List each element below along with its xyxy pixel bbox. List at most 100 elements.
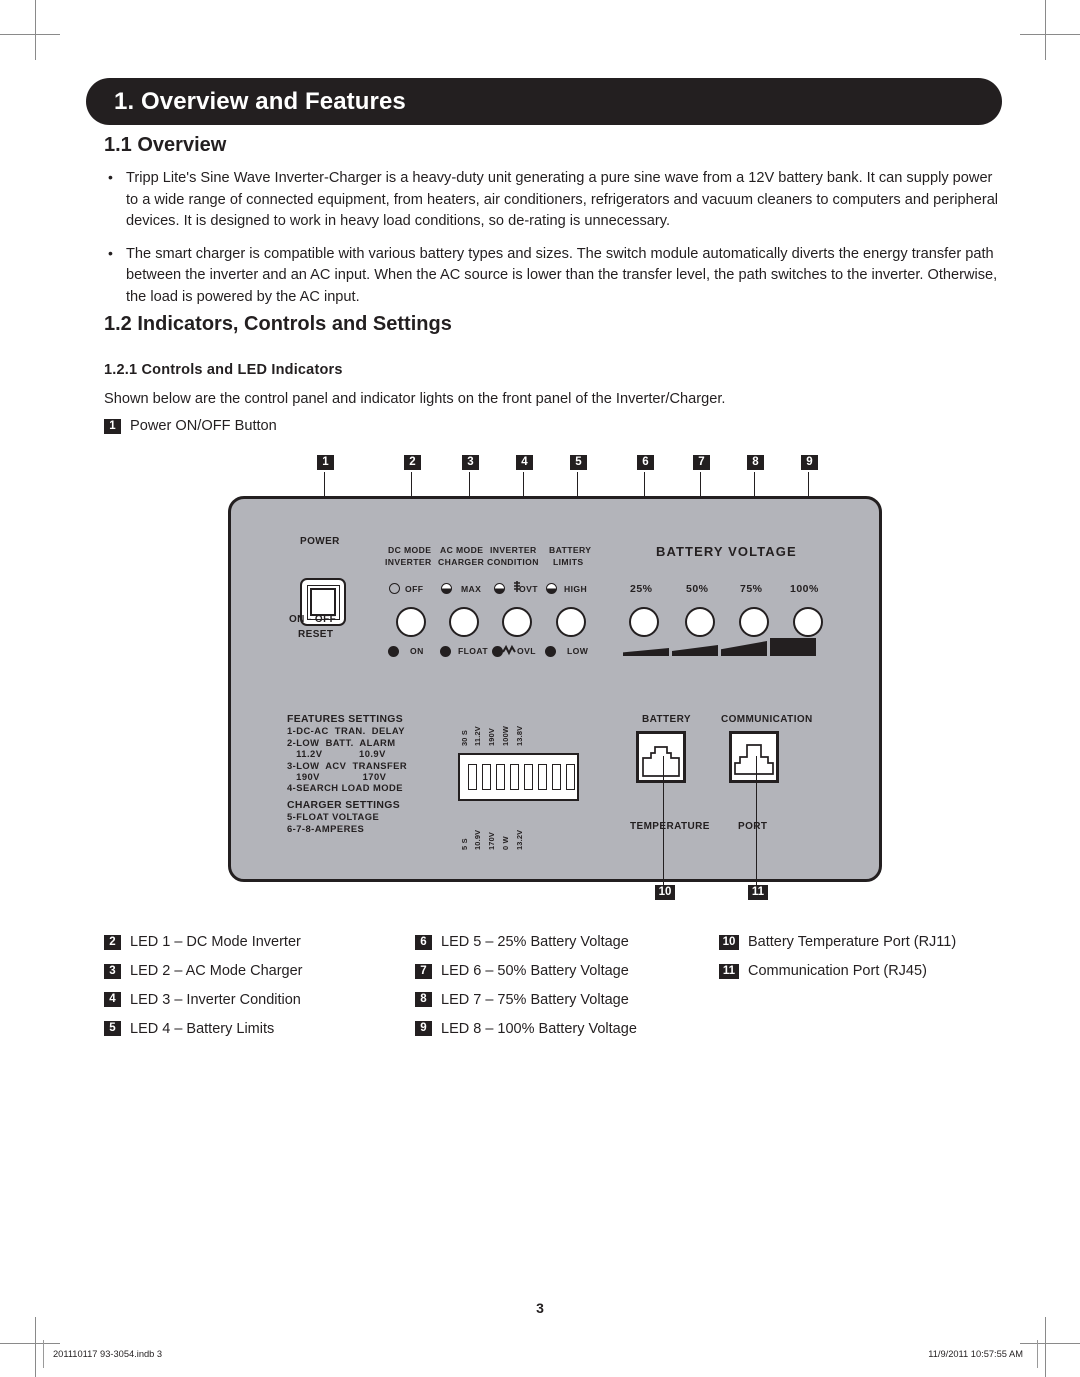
led-group-3-bottom-label: OVL bbox=[517, 646, 536, 656]
battery-level-label-100: 100% bbox=[790, 583, 819, 595]
led-ring-icon bbox=[389, 583, 400, 594]
callout-chip-5: 5 bbox=[570, 455, 587, 470]
list-item: 11 Communication Port (RJ45) bbox=[719, 957, 956, 986]
callout-chip-4: 4 bbox=[516, 455, 533, 470]
led-group-2-bottom-label: FLOAT bbox=[458, 646, 489, 656]
led-7-battery-75 bbox=[739, 607, 769, 637]
footer-rule-left bbox=[43, 1340, 44, 1368]
battery-temperature-port-rj11[interactable] bbox=[636, 731, 686, 783]
power-rocker-face bbox=[309, 587, 337, 617]
dip-bottom-label-5: 13.2V bbox=[515, 829, 524, 850]
led-half-icon bbox=[494, 583, 505, 594]
leader-line-10 bbox=[663, 756, 664, 892]
dip-switch-8[interactable] bbox=[566, 764, 575, 790]
dip-top-label-1: 30 S bbox=[460, 729, 469, 746]
jack-2-bottom-label: PORT bbox=[738, 821, 768, 832]
crop-mark-top-left-vertical bbox=[35, 0, 36, 60]
led-group-4-title-line2: LIMITS bbox=[553, 557, 584, 567]
crop-mark-top-right-vertical bbox=[1045, 0, 1046, 60]
led-2-ac-mode-charger bbox=[449, 607, 479, 637]
charger-settings-line-1: 5-FLOAT VOLTAGE bbox=[287, 811, 380, 823]
led-group-3-top-label: OVT bbox=[519, 584, 538, 594]
led-3-inverter-condition bbox=[502, 607, 532, 637]
callout-chip: 11 bbox=[719, 963, 739, 979]
callout-chip: 8 bbox=[415, 992, 432, 1008]
jack-1-bottom-label: TEMPERATURE bbox=[630, 821, 710, 832]
led-group-2-title-line1: AC MODE bbox=[440, 545, 484, 555]
legend-item-label: LED 1 – DC Mode Inverter bbox=[130, 934, 301, 951]
dip-switch-5[interactable] bbox=[524, 764, 533, 790]
heading-controls-led: 1.2.1 Controls and LED Indicators bbox=[104, 362, 343, 378]
crop-mark-bottom-right-horizontal bbox=[1020, 1343, 1080, 1344]
legend-item-label: Battery Temperature Port (RJ11) bbox=[748, 934, 957, 951]
callout-chip-7: 7 bbox=[693, 455, 710, 470]
features-settings-line-6: 4-SEARCH LOAD MODE bbox=[287, 782, 403, 794]
led-4-battery-limits bbox=[556, 607, 586, 637]
led-group-3-title-line1: INVERTER bbox=[490, 545, 537, 555]
callout-chip-11: 11 bbox=[748, 885, 768, 900]
crop-mark-top-left-horizontal bbox=[0, 34, 60, 35]
dip-switch-7[interactable] bbox=[552, 764, 561, 790]
legend-item-label: Communication Port (RJ45) bbox=[748, 963, 927, 980]
led-group-4-title-line1: BATTERY bbox=[549, 545, 592, 555]
callout-chip-2: 2 bbox=[404, 455, 421, 470]
battery-level-label-50: 50% bbox=[686, 583, 709, 595]
led-8-battery-100 bbox=[793, 607, 823, 637]
callout-chip: 1 bbox=[104, 418, 121, 434]
dip-switch-6[interactable] bbox=[538, 764, 547, 790]
callout-chip-10: 10 bbox=[655, 885, 675, 900]
battery-voltage-title: BATTERY VOLTAGE bbox=[656, 544, 797, 559]
dip-switch-3[interactable] bbox=[496, 764, 505, 790]
crop-mark-bottom-left-vertical bbox=[35, 1317, 36, 1377]
features-settings-line-3: 11.2V 10.9V bbox=[287, 748, 386, 760]
charger-settings-line-2: 6-7-8-AMPERES bbox=[287, 822, 365, 834]
list-item: 5 LED 4 – Battery Limits bbox=[104, 1014, 302, 1043]
dip-switch-1[interactable] bbox=[468, 764, 477, 790]
dip-switch-bank[interactable] bbox=[458, 753, 579, 801]
list-item: 10 Battery Temperature Port (RJ11) bbox=[719, 928, 956, 957]
page-number: 3 bbox=[536, 1300, 544, 1316]
legend-item-label: LED 5 – 25% Battery Voltage bbox=[441, 934, 629, 951]
callout-chip-6: 6 bbox=[637, 455, 654, 470]
callout-chip: 10 bbox=[719, 934, 739, 950]
legend-item-label: LED 6 – 50% Battery Voltage bbox=[441, 963, 629, 980]
callout-chip: 3 bbox=[104, 963, 121, 979]
list-item: 7 LED 6 – 50% Battery Voltage bbox=[415, 957, 637, 986]
callout-chip: 2 bbox=[104, 934, 121, 950]
legend-item-power-button: 1 Power ON/OFF Button bbox=[104, 418, 277, 434]
battery-level-label-25: 25% bbox=[630, 583, 653, 595]
led-half-icon bbox=[546, 583, 557, 594]
list-item: 9 LED 8 – 100% Battery Voltage bbox=[415, 1014, 637, 1043]
callout-chip-3: 3 bbox=[462, 455, 479, 470]
led-group-2-title-line2: CHARGER bbox=[438, 557, 485, 567]
legend-column-3: 10 Battery Temperature Port (RJ11) 11 Co… bbox=[719, 928, 956, 986]
dip-switch-4[interactable] bbox=[510, 764, 519, 790]
dip-bottom-label-3: 170V bbox=[487, 831, 496, 850]
list-item: 2 LED 1 – DC Mode Inverter bbox=[104, 928, 302, 957]
battery-level-label-75: 75% bbox=[740, 583, 763, 595]
led-group-1-top-label: OFF bbox=[405, 584, 424, 594]
overview-bullet-list: Tripp Lite's Sine Wave Inverter-Charger … bbox=[104, 167, 1004, 320]
led-group-3-title-line2: CONDITION bbox=[487, 557, 539, 567]
panel-power-title: POWER bbox=[300, 536, 340, 547]
callout-chip: 9 bbox=[415, 1021, 432, 1037]
list-item: The smart charger is compatible with var… bbox=[104, 243, 1004, 309]
callout-chip: 4 bbox=[104, 992, 121, 1008]
features-settings-line-1: 1-DC-AC TRAN. DELAY bbox=[287, 725, 405, 737]
charger-settings-title: CHARGER SETTINGS bbox=[287, 799, 400, 811]
crop-mark-bottom-left-horizontal bbox=[0, 1343, 60, 1344]
led-half-icon bbox=[441, 583, 452, 594]
overload-icon bbox=[502, 644, 516, 656]
legend-column-1: 2 LED 1 – DC Mode Inverter 3 LED 2 – AC … bbox=[104, 928, 302, 1043]
footer-file-name: 201110117 93-3054.indb 3 bbox=[53, 1349, 163, 1359]
led-5-battery-25 bbox=[629, 607, 659, 637]
communication-port-rj45[interactable] bbox=[729, 731, 779, 783]
jack-2-top-label: COMMUNICATION bbox=[721, 714, 813, 725]
panel-settings-text: FEATURES SETTINGS 1-DC-AC TRAN. DELAY 2-… bbox=[287, 713, 407, 834]
dip-switch-2[interactable] bbox=[482, 764, 491, 790]
legend-item-label: LED 4 – Battery Limits bbox=[130, 1020, 275, 1037]
legend-item-label: LED 2 – AC Mode Charger bbox=[130, 963, 303, 980]
list-item: 3 LED 2 – AC Mode Charger bbox=[104, 957, 302, 986]
led-dot-icon bbox=[388, 646, 399, 657]
led-dot-icon bbox=[545, 646, 556, 657]
